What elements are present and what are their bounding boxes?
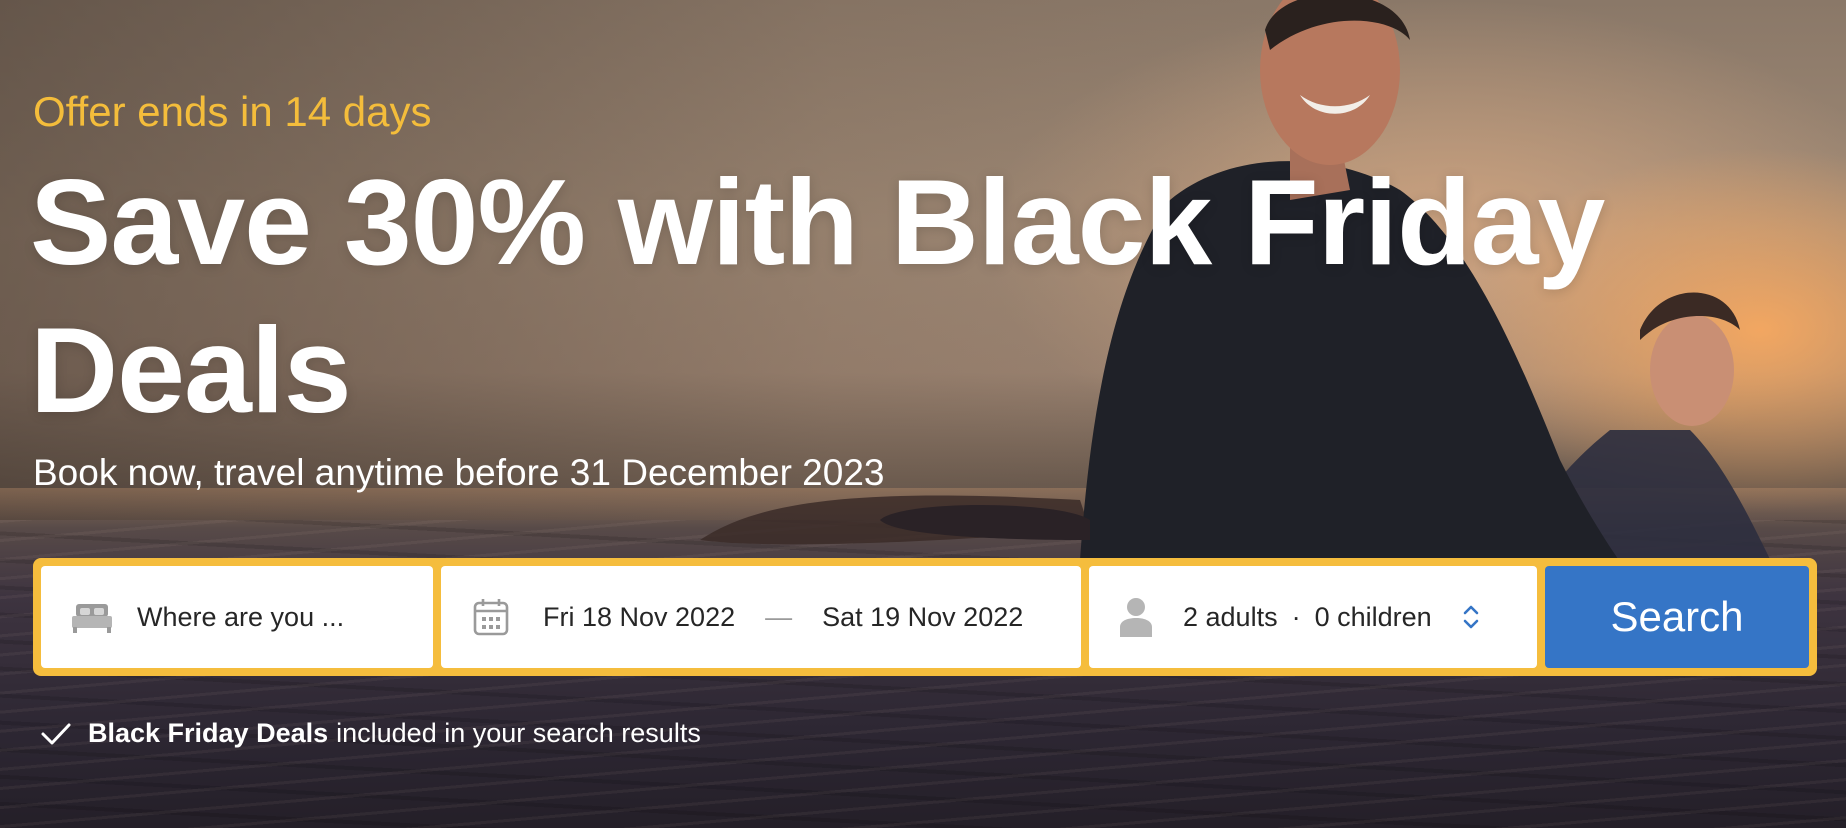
checkmark-icon [40,721,72,747]
destination-input-placeholder[interactable]: Where are you ... [137,602,344,633]
bed-icon [71,600,113,634]
adults-count: 2 adults [1183,601,1278,632]
calendar-icon [473,598,509,636]
deals-note-text: included in your search results [336,718,701,748]
check-in-date[interactable]: Fri 18 Nov 2022 [543,602,735,633]
date-range-picker[interactable]: Fri 18 Nov 2022 — Sat 19 Nov 2022 [441,566,1081,668]
children-count: 0 children [1314,601,1432,632]
check-out-date[interactable]: Sat 19 Nov 2022 [822,602,1023,633]
date-separator: — [765,601,793,632]
person-icon [1119,597,1153,637]
subheadline: Book now, travel anytime before 31 Decem… [33,452,885,493]
destination-field[interactable]: Where are you ... [41,566,433,668]
offer-countdown: Offer ends in 14 days [33,88,432,135]
up-down-chevron-icon[interactable] [1462,603,1480,631]
deals-included-note: Black Friday Deals included in your sear… [40,718,701,749]
search-bar: Where are you ... Fri 18 Nov 2022 — Sat … [33,558,1817,676]
guests-selector[interactable]: 2 adults · 0 children [1089,566,1537,668]
search-button[interactable]: Search [1545,566,1809,668]
guests-separator: · [1291,601,1301,632]
page-title: Save 30% with Black Friday Deals [30,154,1605,438]
deals-note-bold: Black Friday Deals [88,718,329,748]
